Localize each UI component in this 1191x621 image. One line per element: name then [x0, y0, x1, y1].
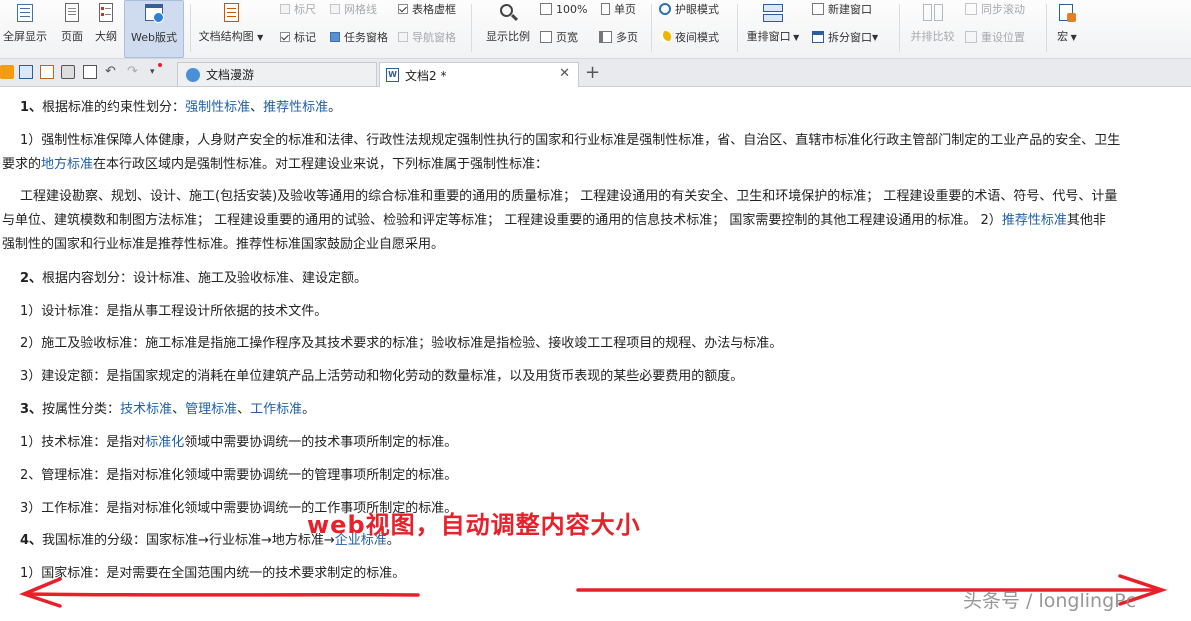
- left-arrow: [23, 592, 420, 597]
- annotation-caption: web视图，自动调整内容大小: [307, 511, 641, 539]
- watermark: 头条号 / longlingPc: [963, 590, 1137, 612]
